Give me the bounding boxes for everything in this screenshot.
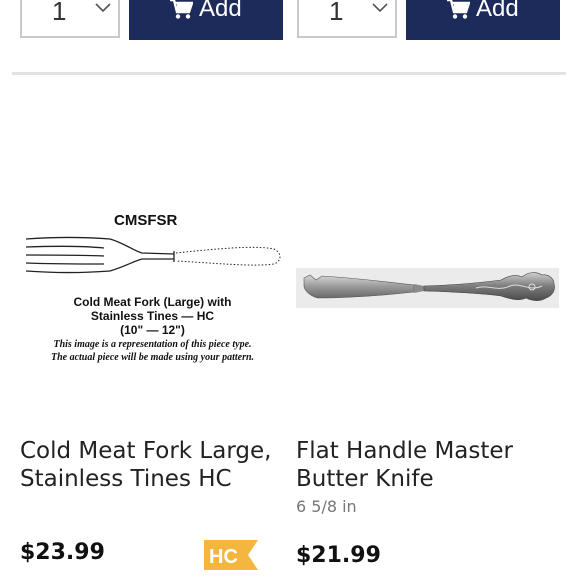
add-button-label: Add: [199, 0, 242, 22]
hc-badge-icon: HC: [204, 540, 258, 570]
chevron-down-icon: [95, 3, 111, 13]
product-size: 6 5/8 in: [296, 497, 357, 516]
diagram-note-1: This image is a representation of this p…: [53, 339, 252, 350]
product-title-line-1: Cold Meat Fork Large,: [20, 438, 272, 464]
product-image-butter-knife[interactable]: [296, 268, 559, 308]
quantity-value: 1: [52, 0, 67, 26]
hc-badge-label: HC: [209, 546, 238, 568]
product-title-line-2: Butter Knife: [296, 466, 434, 492]
product-title-line-1: Flat Handle Master: [296, 438, 514, 464]
fork-illustration: [25, 236, 281, 274]
add-to-cart-button-1[interactable]: Add: [129, 0, 283, 40]
chevron-down-icon: [372, 3, 388, 13]
diagram-note-2: The actual piece will be made using your…: [50, 352, 255, 363]
product-price: $21.99: [296, 543, 381, 568]
section-divider: [12, 72, 566, 75]
cart-icon: [447, 0, 470, 19]
diagram-code: CMSFSR: [114, 212, 178, 229]
cart-icon: [170, 0, 193, 19]
quantity-select-1[interactable]: 1: [20, 0, 120, 38]
product-title-line-2: Stainless Tines HC: [20, 466, 232, 492]
diagram-label-1: Cold Meat Fork (Large) with: [73, 295, 232, 309]
butter-knife-illustration: [303, 272, 555, 301]
quantity-value: 1: [329, 0, 344, 26]
add-to-cart-button-2[interactable]: Add: [406, 0, 560, 40]
add-button-label: Add: [476, 0, 519, 22]
diagram-label-2: Stainless Tines — HC: [90, 309, 215, 323]
quantity-select-2[interactable]: 1: [297, 0, 397, 38]
product-image-cold-meat-fork[interactable]: CMSFSR Cold Meat Fork (Large) with Stain…: [20, 205, 285, 370]
diagram-label-3: (10" — 12"): [120, 323, 185, 337]
product-title[interactable]: Cold Meat Fork Large, Stainless Tines HC: [20, 437, 280, 493]
product-price: $23.99: [20, 540, 105, 565]
product-title[interactable]: Flat Handle Master Butter Knife: [296, 437, 556, 493]
